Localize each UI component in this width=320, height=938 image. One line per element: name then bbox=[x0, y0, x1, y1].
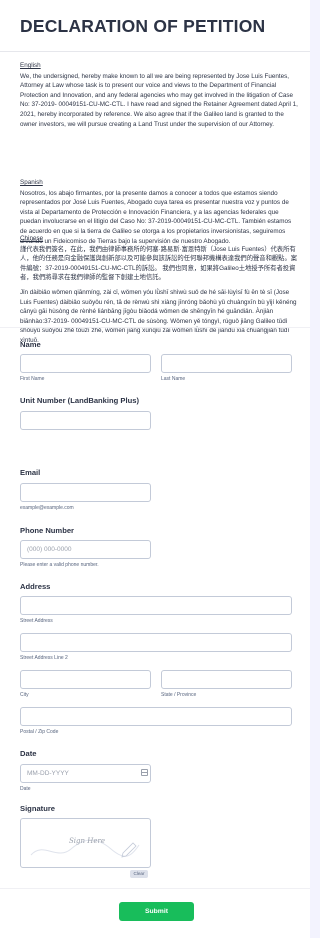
chinese-text: 謹代表我們簽名，在此，我們由律師事務所的何塞·路易斯·富恩特斯（Jose Lui… bbox=[20, 245, 298, 282]
city-input[interactable] bbox=[20, 670, 151, 689]
signature-pad[interactable]: Sign Here bbox=[20, 818, 151, 868]
chinese-section: Chinese 謹代表我們簽名，在此，我們由律師事務所的何塞·路易斯·富恩特斯（… bbox=[20, 234, 298, 346]
date-placeholder: MM-DD-YYYY bbox=[27, 770, 69, 777]
address-label: Address bbox=[20, 582, 51, 591]
chinese-pinyin-text: Jǐn dàibiǎo wǒmen qiānmíng, zài cǐ, wǒme… bbox=[20, 288, 297, 344]
date-sublabel: Date bbox=[20, 786, 31, 792]
phone-sublabel: Please enter a valid phone number. bbox=[20, 562, 99, 568]
state-input[interactable] bbox=[161, 670, 292, 689]
divider bbox=[0, 327, 310, 328]
street-address-line2-input[interactable] bbox=[20, 633, 292, 652]
clear-signature-button[interactable]: Clear bbox=[130, 870, 148, 878]
phone-label: Phone Number bbox=[20, 526, 75, 535]
postal-code-sublabel: Postal / Zip Code bbox=[20, 729, 59, 735]
unit-number-label: Unit Number (LandBanking Plus) bbox=[20, 396, 139, 405]
name-label: Name bbox=[20, 340, 41, 349]
spanish-label: Spanish bbox=[20, 179, 43, 186]
city-sublabel: City bbox=[20, 692, 29, 698]
english-label: English bbox=[20, 62, 41, 69]
street-address-sublabel: Street Address bbox=[20, 618, 53, 624]
page-title: DECLARATION OF PETITION bbox=[20, 16, 266, 36]
english-section: English We, the undersigned, hereby make… bbox=[20, 61, 298, 129]
postal-code-input[interactable] bbox=[20, 707, 292, 726]
street-address-input[interactable] bbox=[20, 596, 292, 615]
calendar-icon[interactable] bbox=[141, 769, 148, 776]
unit-number-input[interactable] bbox=[20, 411, 151, 430]
signature-placeholder: Sign Here bbox=[69, 837, 105, 845]
street-address-line2-sublabel: Street Address Line 2 bbox=[20, 655, 68, 661]
phone-input[interactable]: (000) 000-0000 bbox=[20, 540, 151, 559]
submit-button[interactable]: Submit bbox=[119, 902, 194, 921]
date-input[interactable]: MM-DD-YYYY bbox=[20, 764, 151, 783]
state-sublabel: State / Province bbox=[161, 692, 197, 698]
english-text: We, the undersigned, hereby make known t… bbox=[20, 72, 298, 128]
date-label: Date bbox=[20, 749, 37, 758]
last-name-sublabel: Last Name bbox=[161, 376, 186, 382]
email-label: Email bbox=[20, 468, 41, 477]
email-sublabel: example@example.com bbox=[20, 505, 74, 511]
signature-scribble-icon bbox=[30, 839, 140, 858]
form-card: DECLARATION OF PETITION English We, the … bbox=[0, 0, 310, 938]
first-name-input[interactable] bbox=[20, 354, 151, 373]
last-name-input[interactable] bbox=[161, 354, 292, 373]
first-name-sublabel: First Name bbox=[20, 376, 45, 382]
form-header: DECLARATION OF PETITION bbox=[0, 0, 310, 52]
divider bbox=[0, 888, 310, 889]
signature-label: Signature bbox=[20, 804, 56, 813]
chinese-label: Chinese bbox=[20, 235, 44, 242]
email-input[interactable] bbox=[20, 483, 151, 502]
